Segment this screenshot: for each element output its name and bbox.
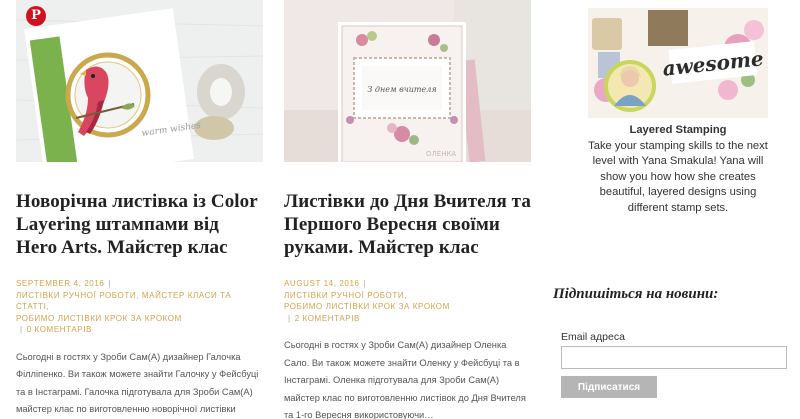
post-date[interactable]: AUGUST 14, 2016 bbox=[284, 279, 360, 288]
post-meta: SEPTEMBER 4, 2016 | ЛИСТІВКИ РУЧНОЇ РОБОТ… bbox=[16, 279, 232, 334]
card-photo: З днем вчителя ОЛЕНКА bbox=[284, 0, 531, 162]
category-link[interactable]: РОБИМО ЛИСТІВКИ КРОК ЗА КРОКОМ bbox=[16, 314, 182, 323]
pinterest-icon[interactable]: P bbox=[26, 6, 46, 26]
watermark: ОЛЕНКА bbox=[426, 150, 456, 158]
ad-description: Take your stamping skills to the next le… bbox=[588, 139, 768, 214]
ad-title[interactable]: Layered Stamping bbox=[588, 123, 768, 139]
email-label: Email адреса bbox=[561, 331, 625, 343]
category-link[interactable]: ЛИСТІВКИ РУЧНОЇ РОБОТИ bbox=[284, 291, 404, 300]
subscribe-heading: Підпишіться на новини: bbox=[553, 286, 719, 302]
comments-link[interactable]: 2 КОМЕНТАРІВ bbox=[295, 314, 360, 323]
post-excerpt: Сьогодні в гостях у Зроби Сам(А) дизайне… bbox=[284, 340, 526, 419]
subscribe-button[interactable]: Підписатися bbox=[561, 376, 657, 398]
card-greeting: З днем вчителя bbox=[367, 85, 436, 94]
post-excerpt: Сьогодні в гостях у Зроби Сам(А) дизайне… bbox=[16, 351, 259, 415]
card-photo: warm wishes bbox=[16, 8, 263, 162]
comments-link[interactable]: 0 КОМЕНТАРІВ bbox=[27, 325, 92, 334]
post-date[interactable]: SEPTEMBER 4, 2016 bbox=[16, 279, 104, 288]
category-link[interactable]: ЛИСТІВКИ РУЧНОЇ РОБОТИ bbox=[16, 291, 136, 300]
post-card: warm wishes P Новорічна листівка із Colo… bbox=[16, 0, 264, 419]
post-title[interactable]: Листівки до Дня Вчителя та Першого Верес… bbox=[284, 190, 532, 259]
sidebar-ad-banner[interactable]: awesome bbox=[588, 8, 768, 118]
post-meta: AUGUST 14, 2016 | ЛИСТІВКИ РУЧНОЇ РОБОТИ,… bbox=[284, 279, 450, 323]
post-thumbnail[interactable]: З днем вчителя ОЛЕНКА bbox=[284, 0, 531, 162]
ad-image: awesome bbox=[588, 8, 768, 118]
ad-caption: Layered Stamping Take your stamping skil… bbox=[588, 123, 768, 217]
post-thumbnail[interactable]: warm wishes P bbox=[16, 0, 263, 162]
post-card: З днем вчителя ОЛЕНКА Листівки до Дня Вч… bbox=[284, 0, 532, 419]
email-field[interactable] bbox=[561, 346, 787, 369]
category-link[interactable]: РОБИМО ЛИСТІВКИ КРОК ЗА КРОКОМ bbox=[284, 302, 450, 311]
post-title[interactable]: Новорічна листівка із Color Layering шта… bbox=[16, 190, 264, 259]
